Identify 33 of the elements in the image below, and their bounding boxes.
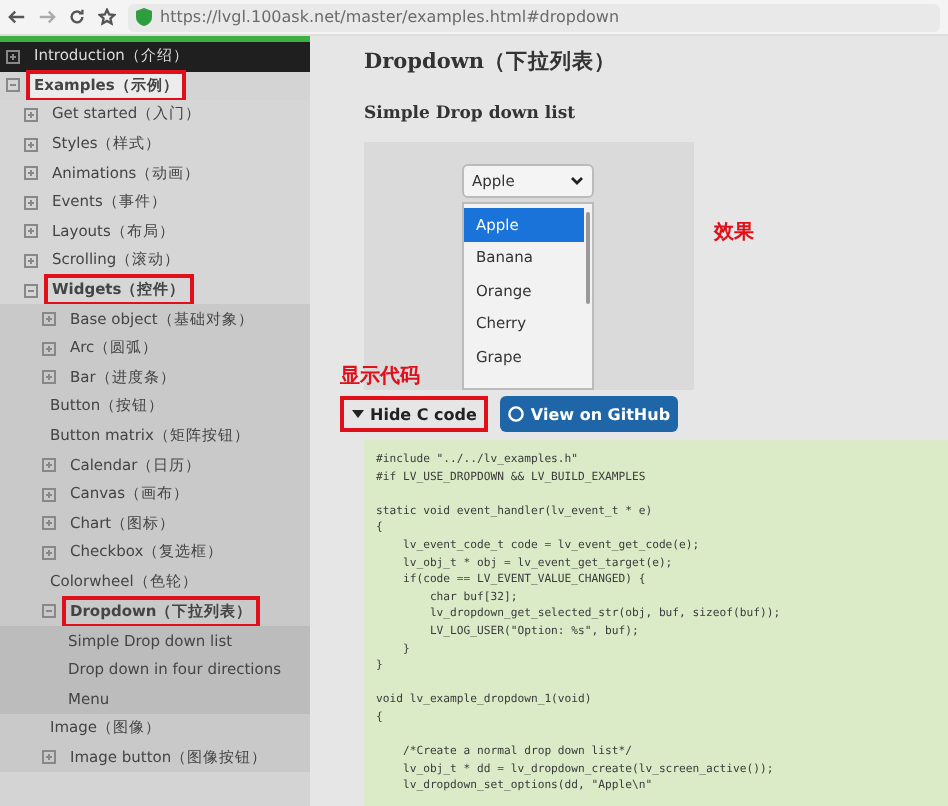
caret-icon [352, 410, 364, 418]
page-title: Dropdown（下拉列表） [364, 48, 619, 76]
reload-icon[interactable] [68, 8, 86, 26]
forward-icon[interactable] [38, 8, 56, 26]
github-icon [508, 406, 525, 422]
expand-icon[interactable] [42, 516, 56, 531]
annotation: 显示代码 [340, 363, 420, 390]
expand-icon[interactable] [24, 137, 38, 152]
star-icon[interactable] [98, 8, 116, 26]
section-title: Simple Drop down list [364, 104, 578, 124]
back-icon[interactable] [8, 8, 26, 26]
annotation: 效果 [714, 220, 754, 248]
expand-icon[interactable] [42, 458, 56, 473]
expand-icon[interactable] [24, 107, 38, 122]
scrollbar[interactable] [586, 212, 590, 304]
github-button[interactable]: View on GitHub [500, 396, 679, 432]
collapse-icon[interactable] [42, 604, 56, 619]
chevron-icon [570, 176, 584, 186]
hide-code-button[interactable]: Hide C code [340, 396, 489, 432]
expand-icon[interactable] [24, 166, 38, 181]
collapse-icon[interactable] [24, 283, 38, 298]
collapse-icon[interactable] [6, 78, 20, 93]
expand-icon[interactable] [42, 370, 56, 385]
expand-icon[interactable] [42, 341, 56, 356]
expand-icon[interactable] [42, 487, 56, 502]
expand-icon[interactable] [42, 750, 56, 765]
expand-icon[interactable] [24, 253, 38, 268]
expand-icon[interactable] [6, 49, 20, 64]
expand-icon[interactable] [24, 195, 38, 210]
expand-icon[interactable] [24, 224, 38, 239]
expand-icon[interactable] [42, 312, 56, 327]
shield-icon [136, 8, 152, 26]
expand-icon[interactable] [42, 545, 56, 560]
